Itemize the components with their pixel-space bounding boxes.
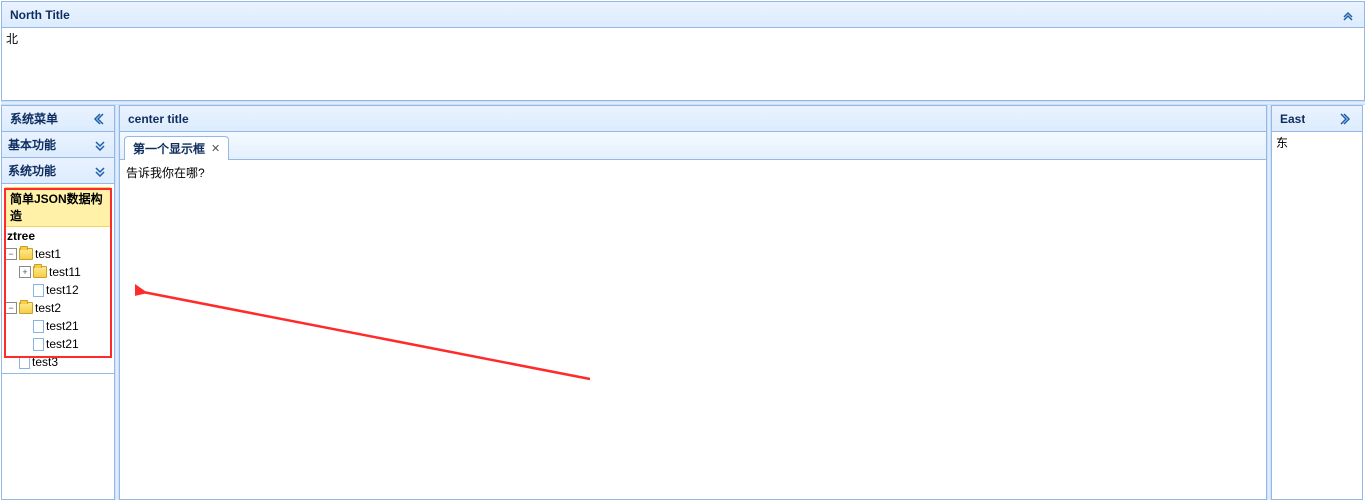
file-icon bbox=[19, 356, 30, 369]
file-icon bbox=[33, 320, 44, 333]
tree-node: test21 bbox=[19, 335, 111, 353]
north-panel: North Title 北 bbox=[1, 1, 1365, 101]
accordion-body-system: 简单JSON数据构造 ztree − test1 + test11 bbox=[2, 184, 114, 374]
tree-node-label[interactable]: test12 bbox=[46, 281, 79, 299]
tab-label: 第一个显示框 bbox=[133, 138, 205, 160]
tree-node: + test11 bbox=[19, 263, 111, 281]
tree-toggle-collapse-icon[interactable]: − bbox=[5, 302, 17, 314]
ztree-title: ztree bbox=[5, 229, 111, 245]
tree-node: − test2 bbox=[5, 299, 111, 317]
tabs-bar: 第一个显示框 ✕ bbox=[120, 132, 1266, 160]
tab-content: 告诉我你在哪? bbox=[120, 160, 1266, 185]
tree-node: test12 bbox=[19, 281, 111, 299]
accordion-title-system: 系统功能 bbox=[8, 158, 56, 184]
north-body-text: 北 bbox=[6, 32, 18, 46]
close-icon[interactable]: ✕ bbox=[211, 138, 220, 160]
north-panel-header: North Title bbox=[2, 2, 1364, 28]
folder-icon bbox=[19, 248, 33, 260]
center-panel-header: center title bbox=[120, 106, 1266, 132]
tree-root: − test1 + test11 test12 bbox=[5, 245, 111, 371]
accordion-title-basic: 基本功能 bbox=[8, 132, 56, 158]
tab-first-panel[interactable]: 第一个显示框 ✕ bbox=[124, 136, 229, 160]
tree-node-label[interactable]: test1 bbox=[35, 245, 61, 263]
east-body-text: 东 bbox=[1276, 136, 1288, 150]
tree-toggle-none bbox=[19, 320, 31, 332]
north-panel-title: North Title bbox=[10, 2, 70, 28]
tree-node: test21 bbox=[19, 317, 111, 335]
west-panel-body: 基本功能 系统功能 简单JSON数据构造 ztree − test1 bbox=[2, 132, 114, 498]
accordion-header-basic[interactable]: 基本功能 bbox=[2, 132, 114, 158]
file-icon bbox=[33, 284, 44, 297]
east-panel-title: East bbox=[1280, 106, 1305, 132]
tree-node-label[interactable]: test3 bbox=[32, 353, 58, 371]
center-panel-title: center title bbox=[128, 106, 189, 132]
tree-node-label[interactable]: test2 bbox=[35, 299, 61, 317]
east-panel-body: 东 bbox=[1272, 132, 1362, 153]
west-panel: 系统菜单 基本功能 系统功能 简单JSON数据构造 ztree − bbox=[1, 105, 115, 500]
tree-node-label[interactable]: test21 bbox=[46, 317, 79, 335]
accordion-header-system[interactable]: 系统功能 bbox=[2, 158, 114, 184]
collapse-right-icon[interactable] bbox=[1338, 111, 1354, 127]
tree-toggle-none bbox=[19, 338, 31, 350]
tree-toggle-collapse-icon[interactable]: − bbox=[5, 248, 17, 260]
tree-node-label[interactable]: test11 bbox=[49, 263, 81, 281]
tree-toggle-none bbox=[5, 356, 17, 368]
east-panel-header: East bbox=[1272, 106, 1362, 132]
tree-node: − test1 bbox=[5, 245, 111, 263]
tree-legend: 简单JSON数据构造 bbox=[5, 187, 111, 227]
collapse-up-icon[interactable] bbox=[1340, 7, 1356, 23]
center-content-text: 告诉我你在哪? bbox=[126, 166, 205, 180]
folder-icon bbox=[33, 266, 47, 278]
west-panel-header: 系统菜单 bbox=[2, 106, 114, 132]
tree-toggle-expand-icon[interactable]: + bbox=[19, 266, 31, 278]
east-panel: East 东 bbox=[1271, 105, 1363, 500]
tree-node-label[interactable]: test21 bbox=[46, 335, 79, 353]
tree-node: test3 bbox=[5, 353, 111, 371]
folder-icon bbox=[19, 302, 33, 314]
tree-toggle-none bbox=[19, 284, 31, 296]
chevron-down-icon[interactable] bbox=[92, 137, 108, 153]
file-icon bbox=[33, 338, 44, 351]
collapse-left-icon[interactable] bbox=[90, 111, 106, 127]
center-panel-body: 第一个显示框 ✕ 告诉我你在哪? bbox=[120, 132, 1266, 498]
west-panel-title: 系统菜单 bbox=[10, 106, 58, 132]
chevron-down-icon[interactable] bbox=[92, 163, 108, 179]
north-panel-body: 北 bbox=[2, 28, 1364, 100]
center-panel: center title 第一个显示框 ✕ 告诉我你在哪? bbox=[119, 105, 1267, 500]
